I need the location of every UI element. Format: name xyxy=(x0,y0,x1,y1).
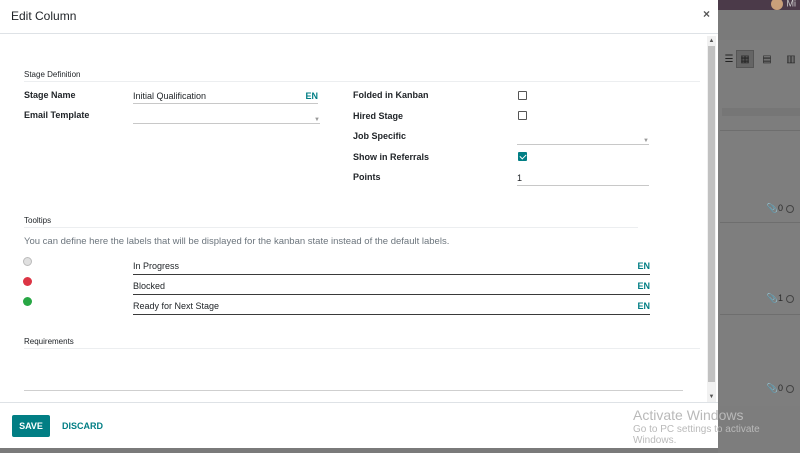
section-divider xyxy=(24,81,700,82)
hired-stage-checkbox[interactable] xyxy=(518,111,527,120)
ready-next-stage-lang-button[interactable]: EN xyxy=(637,299,650,313)
kanban-view-icon: ▦ xyxy=(736,50,754,68)
watermark-title: Activate Windows xyxy=(633,407,744,423)
background-card: 📎1 xyxy=(720,222,800,314)
in-progress-lang-button[interactable]: EN xyxy=(637,259,650,273)
card-meta: 📎0 xyxy=(767,203,794,214)
scroll-up-icon[interactable]: ▲ xyxy=(707,36,716,46)
email-template-label: Email Template xyxy=(24,110,90,120)
stage-name-lang-button[interactable]: EN xyxy=(305,89,318,103)
chevron-down-icon: ▼ xyxy=(643,138,649,144)
show-in-referrals-checkbox[interactable] xyxy=(518,152,527,161)
dialog-body: Stage Definition Stage Name Initial Qual… xyxy=(0,35,718,402)
watermark-subtitle: Go to PC settings to activate Windows. xyxy=(633,424,760,446)
show-in-referrals-label: Show in Referrals xyxy=(353,152,430,162)
background-strip xyxy=(722,108,800,116)
green-status-icon xyxy=(23,297,32,306)
background-card: 📎0 xyxy=(720,130,800,222)
background-user: Mi xyxy=(770,0,797,10)
edit-column-dialog: Edit Column × Stage Definition Stage Nam… xyxy=(0,0,718,448)
card-meta: 📎1 xyxy=(767,293,794,304)
section-title-requirements: Requirements xyxy=(24,337,74,346)
save-button[interactable]: SAVE xyxy=(12,415,50,437)
card-meta: 📎0 xyxy=(767,383,794,394)
job-specific-label: Job Specific xyxy=(353,131,407,141)
calendar-view-icon: ▤ xyxy=(762,53,772,65)
user-avatar xyxy=(770,0,783,10)
folded-in-kanban-checkbox[interactable] xyxy=(518,91,527,100)
section-divider xyxy=(24,348,700,349)
section-title-stage-definition: Stage Definition xyxy=(24,70,81,79)
chevron-down-icon: ▼ xyxy=(314,117,320,123)
card-status-dot xyxy=(786,384,794,393)
dialog-title: Edit Column xyxy=(11,9,77,23)
section-title-tooltips: Tooltips xyxy=(24,216,52,225)
points-value: 1 xyxy=(517,173,523,183)
red-status-icon xyxy=(23,277,32,286)
dialog-footer: SAVE DISCARD xyxy=(0,402,718,448)
dialog-scrollbar[interactable]: ▲ ▼ xyxy=(707,36,716,402)
grey-status-icon xyxy=(23,257,32,266)
requirements-textarea[interactable] xyxy=(24,375,683,391)
points-label: Points xyxy=(353,172,381,182)
stage-name-label: Stage Name xyxy=(24,90,76,100)
windows-activation-watermark: Activate Windows Go to PC settings to ac… xyxy=(633,407,800,446)
points-input[interactable]: 1 xyxy=(517,171,649,186)
stage-name-input[interactable]: Initial Qualification EN xyxy=(133,89,318,104)
scroll-thumb[interactable] xyxy=(708,46,715,382)
card-status-dot xyxy=(786,294,794,303)
ready-next-stage-label-input[interactable]: Ready for Next Stage EN xyxy=(133,297,650,315)
blocked-label-input[interactable]: Blocked EN xyxy=(133,277,650,295)
email-template-select[interactable]: ▼ xyxy=(133,109,320,124)
dialog-header: Edit Column × xyxy=(0,0,718,34)
card-status-dot xyxy=(786,204,794,213)
job-specific-select[interactable]: ▼ xyxy=(517,130,649,145)
graph-view-icon: ▥ xyxy=(786,53,796,65)
in-progress-label-input[interactable]: In Progress EN xyxy=(133,257,650,275)
blocked-lang-button[interactable]: EN xyxy=(637,279,650,293)
close-icon[interactable]: × xyxy=(703,7,710,21)
discard-button[interactable]: DISCARD xyxy=(62,415,103,437)
section-divider xyxy=(24,227,638,228)
background-card: 📎0 xyxy=(720,314,800,406)
user-name: Mi xyxy=(786,0,797,9)
stage-name-value: Initial Qualification xyxy=(133,91,207,101)
scroll-down-icon[interactable]: ▼ xyxy=(707,392,716,402)
hired-stage-label: Hired Stage xyxy=(353,111,404,121)
tooltips-help-text: You can define here the labels that will… xyxy=(24,236,450,247)
folded-in-kanban-label: Folded in Kanban xyxy=(353,90,429,100)
